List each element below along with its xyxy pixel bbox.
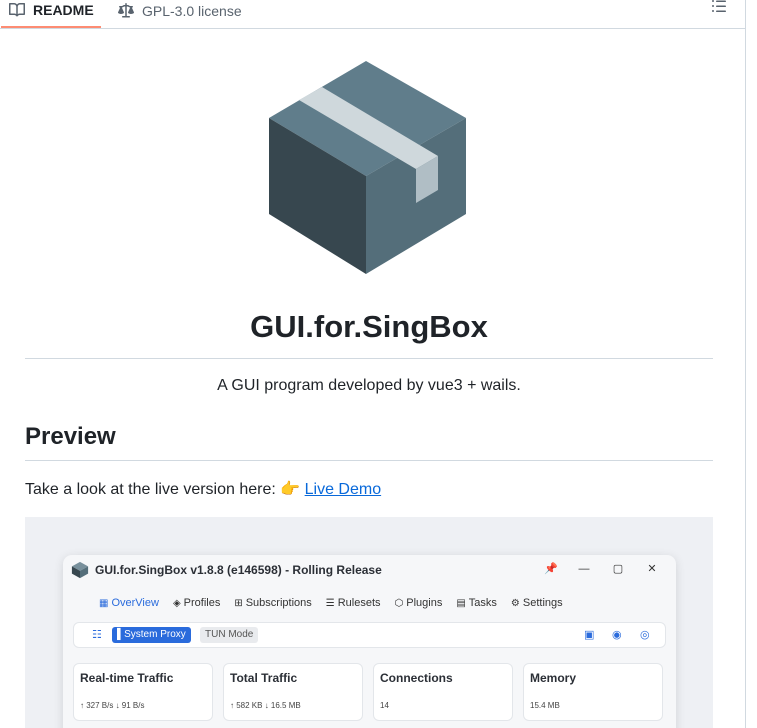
nav-label: Profiles: [183, 597, 221, 609]
live-demo-link[interactable]: Live Demo: [305, 481, 381, 498]
stat-card-value: 15.4 MB: [530, 701, 560, 710]
nav-tasks: ▤ Tasks: [456, 597, 497, 609]
save-icon: ▣: [584, 629, 595, 641]
stat-card-total: Total Traffic ↑ 582 KB ↓ 16.5 MB: [223, 663, 363, 721]
readme-description: A GUI program developed by vue3 + wails.: [217, 377, 521, 394]
close-icon: ✕: [647, 563, 657, 575]
stat-card-realtime: Real-time Traffic ↑ 327 B/s ↓ 91 B/s: [73, 663, 213, 721]
title-divider: [25, 358, 713, 359]
overview-icon: ▦: [99, 597, 109, 609]
readme-tabs: README GPL-3.0 license: [0, 0, 745, 29]
nav-label: OverView: [111, 597, 159, 609]
nav-overview: ▦ OverView: [99, 597, 159, 609]
nav-label: Rulesets: [337, 597, 381, 609]
tab-readme[interactable]: README: [1, 0, 101, 28]
restart-icon: ◉: [612, 629, 622, 641]
proxy-toolbar: ☷ ▌System Proxy TUN Mode ▣ ◉ ◎: [73, 622, 666, 648]
minimize-icon: —: [578, 563, 590, 575]
nav-label: Subscriptions: [245, 597, 312, 609]
tun-mode-toggle: TUN Mode: [200, 627, 259, 643]
stat-card-value: 14: [380, 701, 389, 710]
stop-icon: ◎: [640, 629, 650, 641]
subscriptions-icon: ⊞: [234, 597, 243, 609]
stat-card-title: Connections: [380, 671, 453, 685]
app-nav: ▦ OverView ◈ Profiles ⊞ Subscriptions ☰ Rule…: [99, 597, 563, 609]
maximize-icon: ▢: [612, 563, 624, 575]
stat-card-connections: Connections 14: [373, 663, 513, 721]
system-proxy-toggle: ▌System Proxy: [112, 627, 191, 643]
nav-plugins: ⬡ Plugins: [395, 597, 443, 609]
live-demo-paragraph: Take a look at the live version here: 👉 …: [25, 479, 381, 499]
tab-license-label: GPL-3.0 license: [142, 3, 242, 19]
box-icon: [71, 561, 89, 579]
box-logo-icon: [269, 61, 466, 274]
outline-button[interactable]: [709, 0, 729, 18]
tab-license[interactable]: GPL-3.0 license: [118, 0, 242, 28]
live-demo-text: Take a look at the live version here: 👉: [25, 481, 305, 498]
pin-icon: 📌: [544, 563, 558, 575]
app-window-title: GUI.for.SingBox v1.8.8 (e146598) - Rolli…: [95, 563, 382, 577]
tasks-icon: ▤: [456, 597, 466, 609]
nav-settings: ⚙ Settings: [511, 597, 563, 609]
stat-card-title: Real-time Traffic: [80, 671, 174, 685]
sliders-icon: ☷: [92, 629, 102, 641]
settings-icon: ⚙: [510, 597, 520, 609]
stat-card-title: Memory: [530, 671, 577, 685]
nav-subscriptions: ⊞ Subscriptions: [234, 597, 311, 609]
app-window: GUI.for.SingBox v1.8.8 (e146598) - Rolli…: [63, 555, 676, 728]
nav-profiles: ◈ Profiles: [173, 597, 220, 609]
book-icon: [9, 2, 25, 17]
preview-heading: Preview: [25, 423, 116, 450]
nav-label: Settings: [522, 597, 563, 609]
tab-readme-label: README: [33, 2, 94, 18]
nav-rulesets: ☰ Rulesets: [326, 597, 381, 609]
stat-card-title: Total Traffic: [230, 671, 298, 685]
preview-divider: [25, 460, 713, 461]
list-unordered-icon: [712, 0, 726, 12]
plugins-icon: ⬡: [394, 597, 404, 609]
app-screenshot[interactable]: GUI.for.SingBox v1.8.8 (e146598) - Rolli…: [25, 517, 713, 728]
profiles-icon: ◈: [172, 597, 181, 609]
readme-title: GUI.for.SingBox: [250, 309, 488, 344]
stat-card-value: ↑ 327 B/s ↓ 91 B/s: [80, 701, 145, 710]
nav-label: Plugins: [406, 597, 443, 609]
nav-label: Tasks: [468, 597, 497, 609]
readme-panel: README GPL-3.0 license GUI.for.SingBox A…: [0, 0, 746, 728]
law-icon: [118, 3, 134, 18]
rulesets-icon: ☰: [325, 597, 335, 609]
stat-card-memory: Memory 15.4 MB: [523, 663, 663, 721]
stat-card-value: ↑ 582 KB ↓ 16.5 MB: [230, 701, 301, 710]
